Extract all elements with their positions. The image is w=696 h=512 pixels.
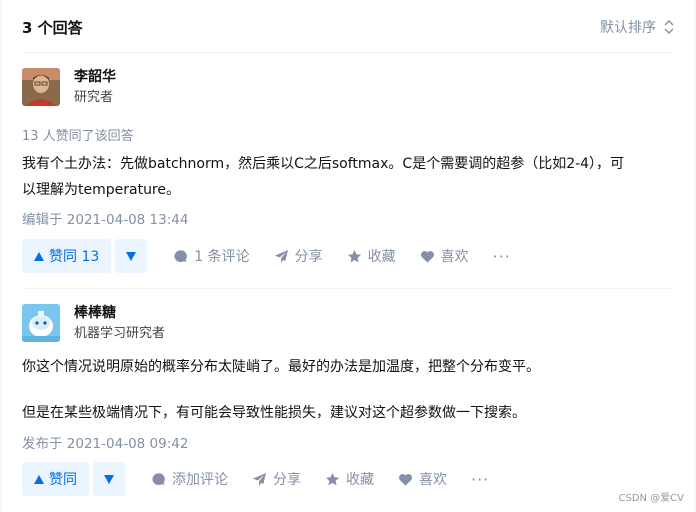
like-label: 喜欢 <box>419 472 447 488</box>
comment-icon <box>174 249 188 262</box>
upvote-button[interactable]: 赞同 <box>22 462 89 496</box>
comment-label: 添加评论 <box>172 472 228 488</box>
upvote-label: 赞同 <box>49 472 77 488</box>
content-line: 我有个土办法：先做batchnorm，然后乘以C之后softmax。C是个需要调… <box>22 156 625 172</box>
avatar[interactable] <box>22 68 60 106</box>
heart-icon <box>399 473 412 486</box>
author-info: 李韶华 研究者 <box>22 68 422 108</box>
share-label: 分享 <box>294 249 323 265</box>
triangle-up-icon <box>34 474 44 484</box>
answer-content: 我有个土办法：先做batchnorm，然后乘以C之后softmax。C是个需要调… <box>22 151 674 203</box>
collect-label: 收藏 <box>367 249 396 265</box>
voters-count[interactable]: 13 人赞同了该回答 <box>22 125 134 144</box>
comment-label: 1 条评论 <box>194 249 250 265</box>
watermark: CSDN @爱CV <box>618 493 684 504</box>
action-bar: 赞同 添加评论 分享 收藏 喜欢 ··· <box>22 462 674 496</box>
downvote-button[interactable] <box>115 239 148 273</box>
triangle-down-icon <box>104 474 114 484</box>
author-name[interactable]: 李韶华 <box>74 68 116 86</box>
answer-content: 你这个情况说明原始的概率分布太陡峭了。最好的办法是加温度，把整个分布变平。 但是… <box>22 354 674 426</box>
triangle-down-icon <box>126 251 137 261</box>
sort-label: 默认排序 <box>600 20 656 36</box>
author-name[interactable]: 棒棒糖 <box>74 304 116 322</box>
sort-updown-icon <box>664 20 674 34</box>
share-label: 分享 <box>273 472 301 488</box>
answer-item: 李韶华 研究者 13 人赞同了该回答 我有个土办法：先做batchnorm，然后… <box>22 53 674 289</box>
more-icon[interactable]: ··· <box>471 470 489 489</box>
author-headline: 研究者 <box>74 90 114 105</box>
answer-count: 3 个回答 <box>22 19 83 37</box>
triangle-up-icon <box>34 251 44 261</box>
content-line: 以理解为temperature。 <box>22 182 180 198</box>
like-label: 喜欢 <box>440 249 469 265</box>
share-icon <box>274 249 288 263</box>
heart-icon <box>420 250 434 263</box>
content-line: 你这个情况说明原始的概率分布太陡峭了。最好的办法是加温度，把整个分布变平。 <box>22 359 540 375</box>
author-info: 棒棒糖 机器学习研究者 <box>22 304 422 344</box>
author-headline: 机器学习研究者 <box>74 326 166 341</box>
collect-button[interactable]: 收藏 <box>325 469 374 489</box>
comment-button[interactable]: 1 条评论 <box>173 246 250 266</box>
collect-button[interactable]: 收藏 <box>347 246 396 266</box>
star-icon <box>325 472 340 485</box>
answers-card: 3 个回答 默认排序 李韶华 研究者 13 人赞同了该回答 我有个土办法：先做b… <box>2 0 694 512</box>
more-icon[interactable]: ··· <box>493 247 511 266</box>
upvote-label: 赞同 13 <box>49 249 100 265</box>
collect-label: 收藏 <box>346 472 374 488</box>
action-bar: 赞同 13 1 条评论 分享 收藏 喜欢 ··· <box>22 239 674 273</box>
share-button[interactable]: 分享 <box>274 246 323 266</box>
comment-button[interactable]: 添加评论 <box>151 469 228 489</box>
answer-item: 棒棒糖 机器学习研究者 你这个情况说明原始的概率分布太陡峭了。最好的办法是加温度… <box>22 290 674 512</box>
downvote-button[interactable] <box>93 462 125 496</box>
answers-header: 3 个回答 默认排序 <box>22 0 674 53</box>
content-line: 但是在某些极端情况下，有可能会导致性能损失，建议对这个超参数做一下搜索。 <box>22 405 526 421</box>
like-button[interactable]: 喜欢 <box>398 469 447 489</box>
sort-dropdown[interactable]: 默认排序 <box>600 17 674 37</box>
avatar[interactable] <box>22 304 60 342</box>
upvote-button[interactable]: 赞同 13 <box>22 239 112 273</box>
share-icon <box>252 472 267 486</box>
star-icon <box>347 249 361 262</box>
edit-time[interactable]: 编辑于 2021-04-08 13:44 <box>22 208 188 228</box>
like-button[interactable]: 喜欢 <box>420 246 469 266</box>
publish-time[interactable]: 发布于 2021-04-08 09:42 <box>22 432 188 452</box>
share-button[interactable]: 分享 <box>252 469 301 489</box>
comment-icon <box>152 472 165 485</box>
